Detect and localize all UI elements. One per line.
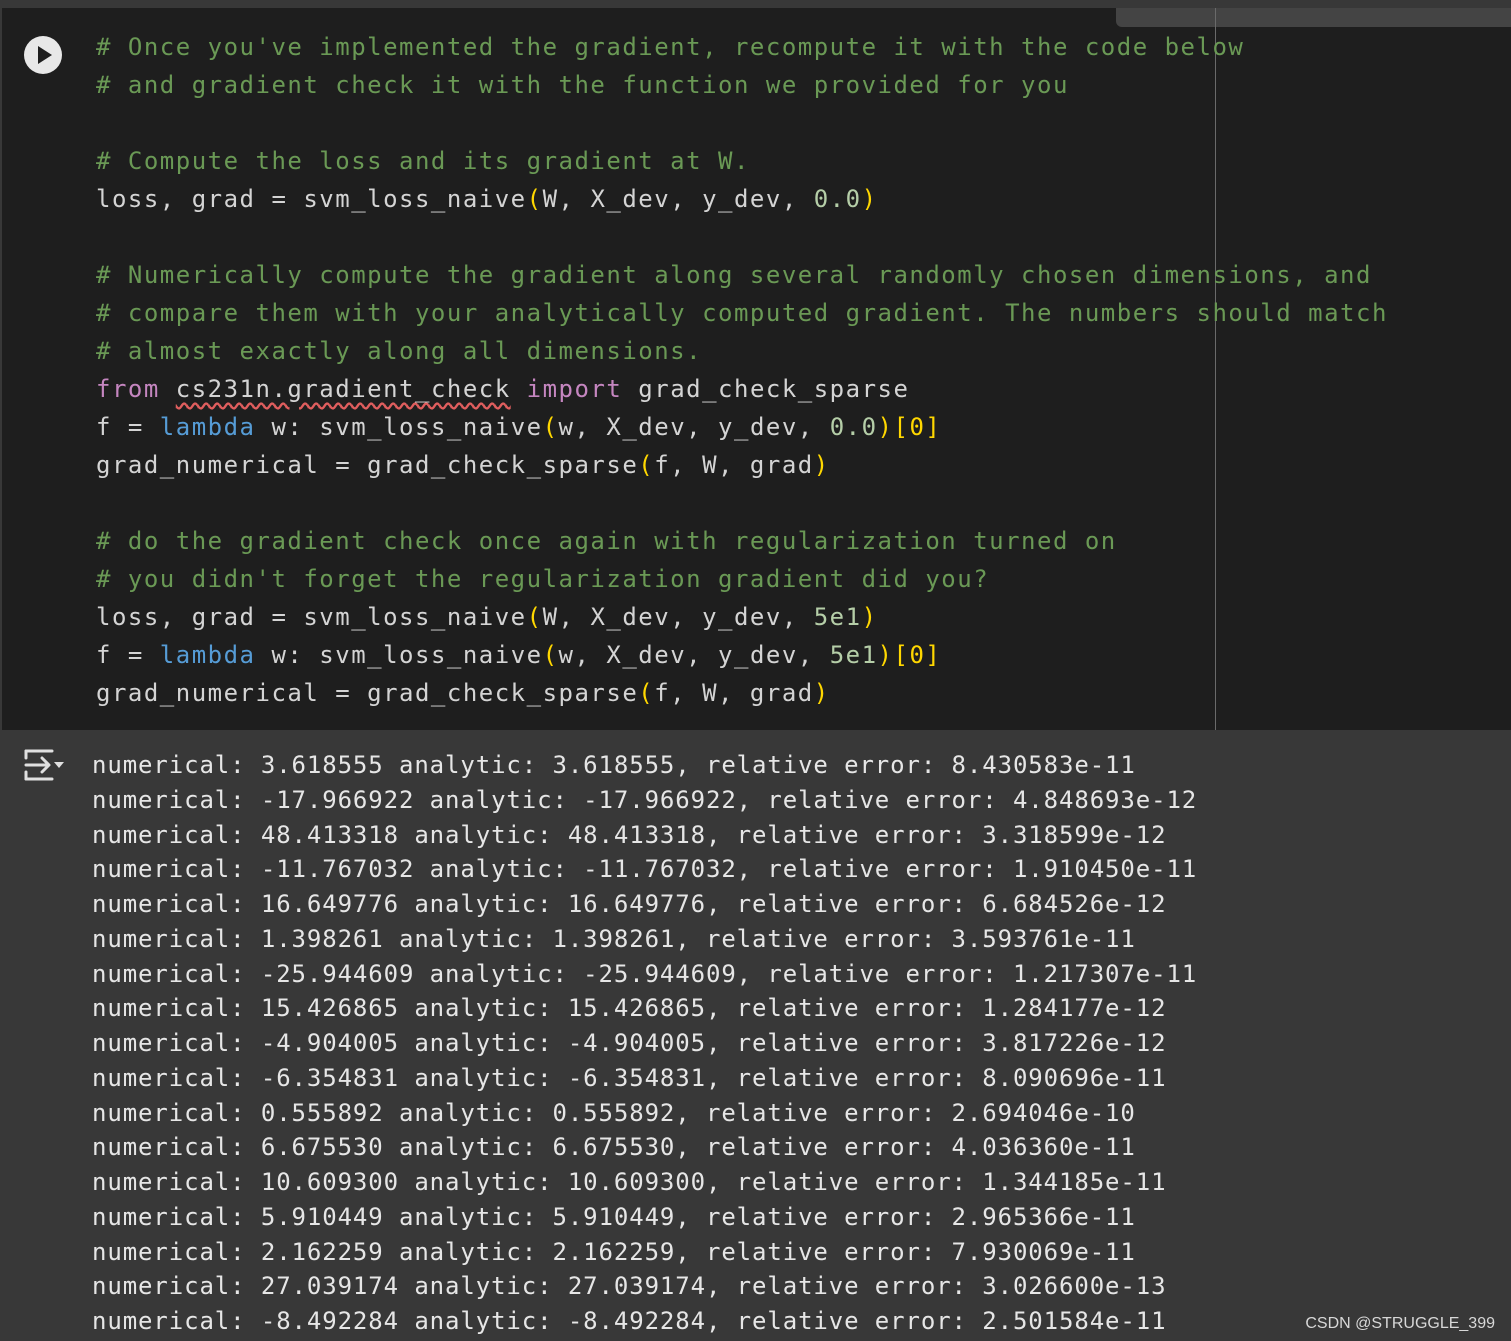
output-line: numerical: -6.354831 analytic: -6.354831…	[92, 1063, 1167, 1092]
code-token: 5e1	[813, 603, 862, 631]
code-line[interactable]: grad_numerical = grad_check_sparse(f, W,…	[96, 674, 830, 712]
output-line: numerical: 15.426865 analytic: 15.426865…	[92, 994, 1167, 1023]
code-token: w: svm_loss_naive	[255, 641, 543, 669]
code-token: )	[813, 679, 830, 707]
code-line[interactable]: # and gradient check it with the functio…	[96, 66, 1069, 104]
code-token: f =	[96, 413, 160, 441]
code-token: 0.0	[813, 185, 862, 213]
code-token: W, X_dev, y_dev,	[542, 603, 814, 631]
code-token: )	[861, 185, 878, 213]
code-token: f, W, grad	[654, 679, 814, 707]
code-line[interactable]: # almost exactly along all dimensions.	[96, 332, 702, 370]
code-line[interactable]: f = lambda w: svm_loss_naive(w, X_dev, y…	[96, 636, 941, 674]
code-token: from	[96, 375, 160, 403]
output-line: numerical: 6.675530 analytic: 6.675530, …	[92, 1133, 1136, 1162]
code-token: grad_numerical = grad_check_sparse	[96, 451, 639, 479]
code-token: # almost exactly along all dimensions.	[96, 337, 703, 365]
code-line[interactable]: loss, grad = svm_loss_naive(W, X_dev, y_…	[96, 598, 878, 636]
output-line: numerical: 2.162259 analytic: 2.162259, …	[92, 1237, 1136, 1266]
code-line[interactable]: loss, grad = svm_loss_naive(W, X_dev, y_…	[96, 180, 878, 218]
code-line[interactable]: # you didn't forget the regularization g…	[96, 560, 989, 598]
code-line[interactable]: # Compute the loss and its gradient at W…	[96, 142, 750, 180]
output-line: numerical: 27.039174 analytic: 27.039174…	[92, 1272, 1167, 1301]
code-token: (	[638, 679, 655, 707]
code-line[interactable]: # Numerically compute the gradient along…	[96, 256, 1372, 294]
watermark: CSDN @STRUGGLE_399	[1305, 1315, 1495, 1332]
code-token: # compare them with your analytically co…	[96, 299, 1388, 327]
run-cell-button[interactable]	[24, 36, 62, 74]
code-line[interactable]: # Once you've implemented the gradient, …	[96, 28, 1244, 66]
code-token: w, X_dev, y_dev,	[558, 413, 830, 441]
code-token: w: svm_loss_naive	[255, 413, 543, 441]
code-token: grad_numerical = grad_check_sparse	[96, 679, 639, 707]
code-token: loss, grad = svm_loss_naive	[96, 603, 527, 631]
output-line: numerical: -17.966922 analytic: -17.9669…	[92, 785, 1198, 814]
output-line: numerical: -4.904005 analytic: -4.904005…	[92, 1029, 1167, 1057]
cell-toolbar[interactable]	[1116, 8, 1511, 27]
code-token: # and gradient check it with the functio…	[96, 71, 1069, 99]
output-line: numerical: 48.413318 analytic: 48.413318…	[92, 820, 1167, 849]
line-length-ruler	[1215, 8, 1216, 730]
code-token: lambda	[159, 641, 256, 669]
code-token: (	[638, 451, 655, 479]
code-token: 5e1	[829, 641, 878, 669]
output-line: numerical: -25.944609 analytic: -25.9446…	[92, 959, 1198, 988]
code-token: f, W, grad	[654, 451, 814, 479]
code-line[interactable]: grad_numerical = grad_check_sparse(f, W,…	[96, 446, 830, 484]
code-line[interactable]: from cs231n.gradient_check import grad_c…	[96, 370, 909, 408]
output-line: numerical: 10.609300 analytic: 10.609300…	[92, 1168, 1167, 1196]
code-token: # Once you've implemented the gradient, …	[96, 33, 1245, 61]
code-cell[interactable]: # Once you've implemented the gradient, …	[2, 8, 1511, 730]
code-token: )	[813, 451, 830, 479]
code-line[interactable]: # do the gradient check once again with …	[96, 522, 1117, 560]
output-line: numerical: 1.398261 analytic: 1.398261, …	[92, 924, 1136, 953]
code-token: # do the gradient check once again with …	[96, 527, 1117, 555]
code-token: 0.0	[829, 413, 878, 441]
code-token: # you didn't forget the regularization g…	[96, 565, 990, 593]
code-line[interactable]: # compare them with your analytically co…	[96, 294, 1388, 332]
code-token: loss, grad = svm_loss_naive	[96, 185, 527, 213]
code-token: (	[542, 413, 559, 441]
code-token: w, X_dev, y_dev,	[558, 641, 830, 669]
code-token: import	[526, 375, 623, 403]
code-token: # Numerically compute the gradient along…	[96, 261, 1372, 289]
code-token: )[0]	[877, 641, 942, 669]
code-token: lambda	[159, 413, 256, 441]
output-line: numerical: 0.555892 analytic: 0.555892, …	[92, 1098, 1136, 1127]
output-line: numerical: 16.649776 analytic: 16.649776…	[92, 890, 1167, 918]
code-token: (	[526, 185, 543, 213]
code-token: f =	[96, 641, 160, 669]
code-token: )[0]	[877, 413, 942, 441]
code-token: # Compute the loss and its gradient at W…	[96, 147, 750, 175]
code-line[interactable]: f = lambda w: svm_loss_naive(w, X_dev, y…	[96, 408, 941, 446]
output-line: numerical: -11.767032 analytic: -11.7670…	[92, 855, 1198, 884]
code-token: (	[542, 641, 559, 669]
output-line: numerical: 5.910449 analytic: 5.910449, …	[92, 1202, 1136, 1231]
code-token: cs231n.gradient_check	[175, 375, 511, 403]
code-token: W, X_dev, y_dev,	[542, 185, 814, 213]
output-toggle-icon[interactable]	[22, 746, 66, 784]
code-token: grad_check_sparse	[622, 375, 910, 403]
code-token: )	[861, 603, 878, 631]
output-line: numerical: -8.492284 analytic: -8.492284…	[92, 1307, 1167, 1335]
code-token: (	[526, 603, 543, 631]
output-line: numerical: 3.618555 analytic: 3.618555, …	[92, 751, 1136, 779]
